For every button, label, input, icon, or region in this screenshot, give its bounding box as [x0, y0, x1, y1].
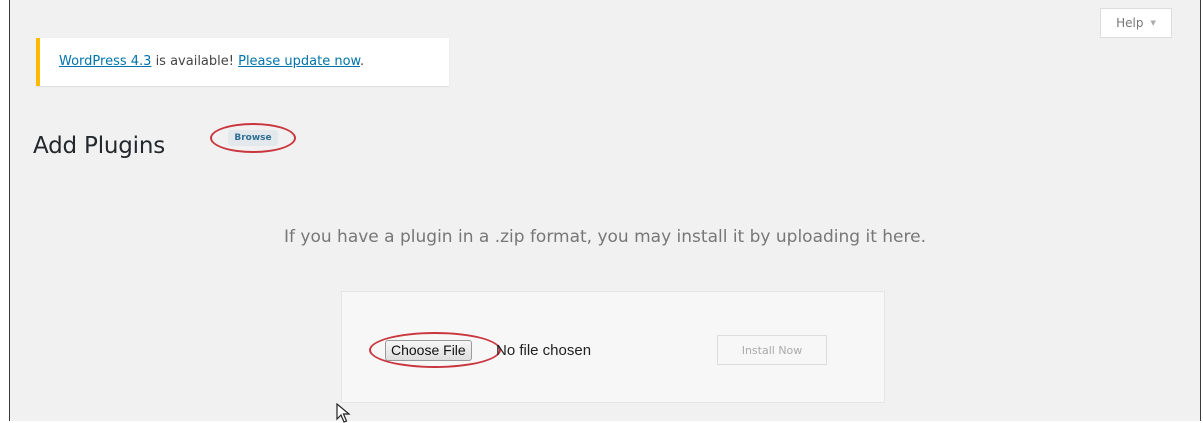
page-title: Add Plugins	[33, 133, 166, 159]
install-now-button[interactable]: Install Now	[717, 335, 827, 365]
mouse-pointer-icon	[336, 403, 351, 423]
admin-content-area: Help ▼ WordPress 4.3 is available! Pleas…	[9, 0, 1201, 421]
browse-button[interactable]: Browse	[210, 123, 296, 153]
help-tab-button[interactable]: Help ▼	[1100, 8, 1172, 38]
browse-button-label: Browse	[228, 130, 278, 146]
upload-description: If you have a plugin in a .zip format, y…	[284, 227, 926, 247]
update-notice: WordPress 4.3 is available! Please updat…	[36, 38, 449, 86]
file-status-text: No file chosen	[496, 342, 592, 359]
upload-form: Choose File No file chosen Install Now	[341, 291, 885, 403]
help-tab-label: Help	[1116, 16, 1144, 30]
notice-end-text: .	[360, 54, 365, 69]
update-now-link[interactable]: Please update now	[238, 54, 360, 69]
wordpress-version-link[interactable]: WordPress 4.3	[59, 54, 151, 69]
choose-file-button[interactable]: Choose File	[385, 340, 472, 361]
triangle-down-icon: ▼	[1150, 19, 1156, 27]
notice-text: is available!	[151, 54, 239, 69]
